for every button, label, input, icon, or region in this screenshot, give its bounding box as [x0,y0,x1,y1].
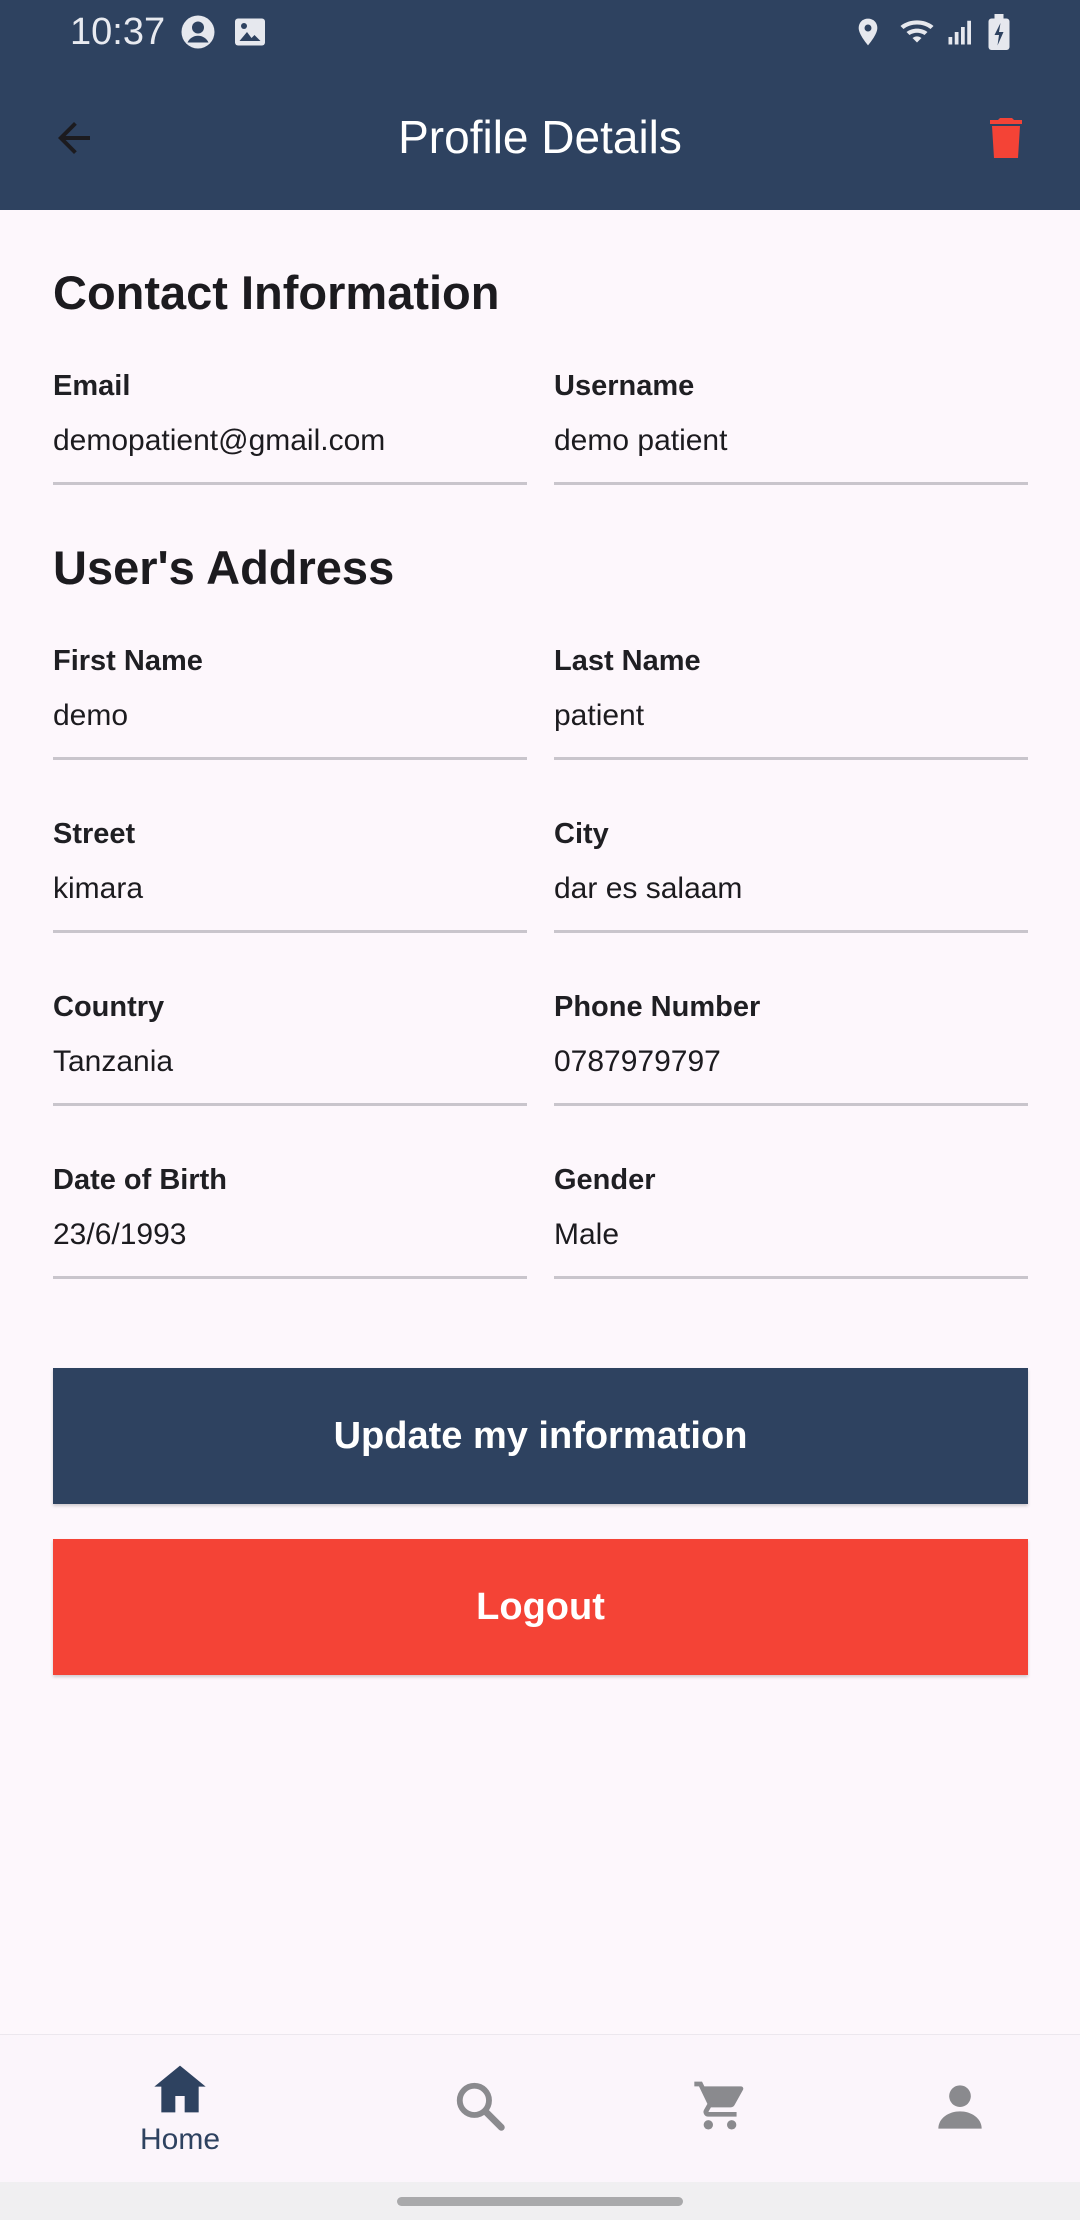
cart-icon [691,2077,749,2138]
last-name-value: patient [554,699,645,732]
phone-field[interactable]: Phone Number 0787979797 [554,991,1028,1111]
email-label: Email [53,370,131,402]
city-field[interactable]: City dar es salaam [554,818,1028,938]
username-label: Username [554,370,695,402]
first-name-value: demo [53,699,129,732]
username-value: demo patient [554,424,728,457]
street-value: kimara [53,872,144,905]
delete-button[interactable] [968,102,1044,178]
gesture-handle[interactable] [397,2197,683,2206]
field-underline [53,1103,527,1106]
status-bar: 10:37 [0,0,1080,64]
street-label: Street [53,818,136,850]
nav-item-home[interactable]: Home [80,2035,280,2183]
nav-item-search[interactable] [380,2035,580,2183]
last-name-label: Last Name [554,645,701,677]
username-field[interactable]: Username demo patient [554,370,1028,490]
field-underline [554,757,1028,760]
location-icon [852,14,884,55]
image-icon [232,14,268,55]
app-bar: Profile Details [0,64,1080,210]
trash-icon [982,111,1030,170]
country-value: Tanzania [53,1045,174,1078]
field-underline [554,482,1028,485]
dob-field[interactable]: Date of Birth 23/6/1993 [53,1164,527,1284]
person-icon [934,2081,986,2138]
nav-item-profile[interactable] [860,2035,1060,2183]
street-field[interactable]: Street kimara [53,818,527,938]
home-icon [152,2063,208,2120]
first-name-field[interactable]: First Name demo [53,645,527,765]
dob-label: Date of Birth [53,1164,227,1196]
gesture-navigation-bar [0,2182,1080,2220]
field-underline [554,930,1028,933]
field-underline [554,1103,1028,1106]
email-value: demopatient@gmail.com [53,424,386,457]
field-underline [53,757,527,760]
update-button-label: Update my information [333,1414,748,1457]
nav-item-cart[interactable] [620,2035,820,2183]
gender-field[interactable]: Gender Male [554,1164,1028,1284]
dob-value: 23/6/1993 [53,1218,187,1251]
search-icon [453,2079,507,2138]
section-title-address: User's Address [53,541,395,594]
account-circle-icon [180,14,216,55]
section-title-contact: Contact Information [53,266,500,319]
gender-value: Male [554,1218,620,1251]
last-name-field[interactable]: Last Name patient [554,645,1028,765]
city-label: City [554,818,609,850]
status-time: 10:37 [70,11,166,53]
phone-value: 0787979797 [554,1045,721,1078]
field-underline [53,1276,527,1279]
battery-charging-icon [986,14,1012,55]
first-name-label: First Name [53,645,203,677]
country-field[interactable]: Country Tanzania [53,991,527,1111]
update-information-button[interactable]: Update my information [53,1368,1028,1504]
bottom-navigation: Home [0,2034,1080,2183]
wifi-icon [896,14,938,55]
page-title: Profile Details [398,111,682,163]
nav-label-home: Home [139,2123,221,2156]
logout-button-label: Logout [476,1585,605,1628]
phone-label: Phone Number [554,991,761,1023]
email-field[interactable]: Email demopatient@gmail.com [53,370,527,490]
country-label: Country [53,991,165,1023]
gender-label: Gender [554,1164,656,1196]
field-underline [53,930,527,933]
city-value: dar es salaam [554,872,743,905]
field-underline [53,482,527,485]
field-underline [554,1276,1028,1279]
logout-button[interactable]: Logout [53,1539,1028,1675]
signal-icon [946,14,976,55]
